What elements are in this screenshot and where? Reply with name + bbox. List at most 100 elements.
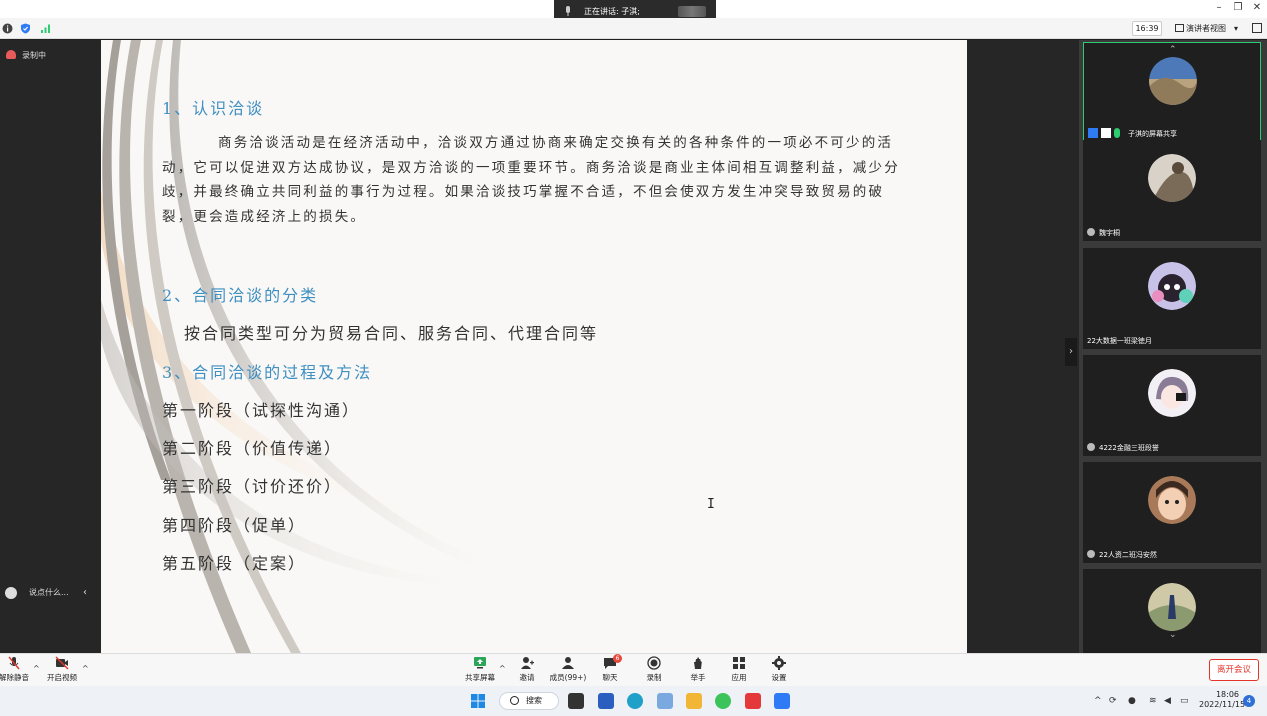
avatar	[1148, 154, 1196, 202]
slide-paragraph-1: 商务洽谈活动是在经济活动中，洽谈双方通过协商来确定交换有关的各种条件的一项必不可…	[162, 135, 900, 225]
video-tile[interactable]	[1083, 569, 1261, 653]
stage-item: 第二阶段（价值传递）	[162, 439, 343, 458]
tile-name-text: 子淇的屏幕共享	[1128, 130, 1177, 138]
gallery-toggle-button[interactable]: ›	[1065, 338, 1077, 366]
gallery-scroll-down-icon[interactable]: ⌄	[1169, 630, 1177, 640]
windows-start-icon[interactable]	[470, 693, 486, 709]
speaker-view-selector[interactable]: 演讲者视图 ▾	[1172, 21, 1244, 36]
volume-icon[interactable]: ◀	[1164, 696, 1171, 706]
security-shield-icon[interactable]	[20, 23, 31, 34]
system-clock[interactable]: 18:06 2022/11/15	[1199, 690, 1246, 710]
taskbar-search-label: 搜索	[526, 696, 542, 705]
view-dropdown-caret: ▾	[1233, 24, 1238, 33]
start-video-button[interactable]: 开启视频	[44, 656, 80, 683]
record-button[interactable]: 录制	[636, 656, 672, 683]
battery-icon[interactable]: ▭	[1180, 696, 1189, 706]
invite-button[interactable]: 邀请	[509, 656, 545, 683]
avatar	[1148, 369, 1196, 417]
signal-icon[interactable]	[40, 23, 51, 34]
task-view-icon[interactable]	[568, 693, 584, 709]
minimize-icon[interactable]: –	[1212, 2, 1226, 13]
tile-name: 22人资二班冯安然	[1087, 550, 1157, 560]
meeting-controls: 解除静音 ^ 开启视频 ^ 共享屏幕 ^ 邀请 成员(99+) 6 聊天 录制	[0, 653, 1267, 686]
audio-options-caret[interactable]: ^	[33, 664, 40, 673]
chat-badge: 6	[613, 654, 622, 663]
tencent-meeting-icon[interactable]	[657, 693, 673, 709]
mic-muted-icon	[1087, 443, 1095, 451]
slide-paragraph-2: 按合同类型可分为贸易合同、服务合同、代理合同等	[184, 324, 599, 343]
video-tile[interactable]: 4222金融三班段誉	[1083, 355, 1261, 456]
sync-icon[interactable]: ⟳	[1109, 696, 1117, 706]
share-screen-icon	[474, 657, 486, 669]
restore-icon[interactable]: ❐	[1231, 2, 1245, 13]
clock-date: 2022/11/15	[1199, 700, 1246, 709]
close-icon[interactable]: ✕	[1250, 2, 1264, 13]
stage-item: 第一阶段（试探性沟通）	[162, 401, 361, 420]
audio-wave-icon	[678, 6, 706, 17]
tile-name: 22大数据一班梁徳月	[1087, 336, 1152, 346]
hand-icon	[694, 657, 702, 669]
recording-label: 录制中	[22, 51, 46, 60]
gear-icon	[772, 656, 786, 670]
chat-button[interactable]: 6 聊天	[592, 654, 628, 683]
avatar	[1148, 262, 1196, 310]
info-icon[interactable]	[2, 23, 13, 34]
start-video-label: 开启视频	[47, 673, 77, 682]
emoji-icon[interactable]	[5, 587, 17, 599]
video-tile[interactable]: 魏宇桐	[1083, 140, 1261, 241]
video-off-icon	[55, 656, 69, 670]
unmute-button[interactable]: 解除静音	[0, 656, 32, 683]
gallery-scroll-up-icon[interactable]: ⌃	[1169, 45, 1177, 55]
wechat-icon[interactable]	[715, 693, 731, 709]
chat-label: 聊天	[602, 673, 618, 682]
apps-label: 应用	[731, 673, 747, 682]
video-options-caret[interactable]: ^	[82, 664, 89, 673]
tile-name-text: 4222金融三班段誉	[1099, 444, 1159, 452]
settings-label: 设置	[771, 673, 787, 682]
share-screen-button[interactable]: 共享屏幕	[462, 656, 498, 683]
speaker-view-label: 演讲者视图	[1186, 24, 1226, 33]
clock-time: 18:06	[1215, 690, 1239, 699]
stage-item: 第五阶段（定案）	[162, 554, 307, 573]
video-tile[interactable]: 子淇的屏幕共享	[1083, 42, 1261, 143]
taskbar-search[interactable]: 搜索	[499, 692, 559, 710]
video-gallery: 子淇的屏幕共享 魏宇桐 22大数据一班梁徳月 4222金融三班段誉 22人资二班…	[1079, 40, 1267, 653]
tile-name-text: 22大数据一班梁徳月	[1087, 337, 1152, 345]
speaker-view-icon	[1175, 24, 1184, 32]
store-icon[interactable]	[598, 693, 614, 709]
fullscreen-icon[interactable]	[1252, 23, 1262, 33]
chat-input-placeholder: 说点什么...	[29, 588, 69, 597]
photos-app-icon[interactable]	[774, 693, 790, 709]
apps-button[interactable]: 应用	[721, 656, 757, 683]
edge-browser-icon[interactable]	[627, 693, 643, 709]
tray-mic-icon[interactable]: ●	[1128, 696, 1136, 706]
members-label: 成员(99+)	[549, 673, 587, 682]
wifi-icon[interactable]: ≋	[1149, 696, 1157, 706]
file-explorer-icon[interactable]	[686, 693, 702, 709]
avatar	[1149, 57, 1197, 105]
settings-button[interactable]: 设置	[761, 656, 797, 683]
tray-overflow-icon[interactable]: ^	[1094, 696, 1102, 706]
share-options-caret[interactable]: ^	[499, 664, 506, 673]
video-tile[interactable]: 22人资二班冯安然	[1083, 462, 1261, 563]
meeting-timer: 16:39	[1132, 21, 1162, 36]
mic-muted-icon	[1087, 228, 1095, 236]
avatar	[1148, 476, 1196, 524]
search-icon	[510, 696, 519, 705]
raise-hand-button[interactable]: 举手	[680, 656, 716, 683]
active-speaker-label: 正在讲话: 子淇;	[584, 7, 640, 16]
invite-icon	[521, 657, 534, 669]
tile-name-text: 魏宇桐	[1099, 229, 1120, 237]
wps-office-icon[interactable]	[745, 693, 761, 709]
members-button[interactable]: 成员(99+)	[548, 656, 588, 683]
record-icon	[647, 656, 661, 670]
video-tile[interactable]: 22大数据一班梁徳月	[1083, 248, 1261, 349]
collapse-arrow-icon[interactable]: ‹	[83, 584, 87, 602]
shared-slide: 1、认识洽谈 商务洽谈活动是在经济活动中，洽谈双方通过协商来确定交换有关的各种条…	[101, 40, 967, 653]
apps-grid-icon	[733, 657, 745, 669]
mic-icon	[566, 6, 570, 16]
participant-icon	[1088, 128, 1098, 138]
leave-meeting-button[interactable]: 离开会议	[1209, 659, 1259, 681]
notification-badge[interactable]: 4	[1243, 695, 1255, 707]
chat-quick-input[interactable]: 说点什么... ‹	[0, 584, 95, 602]
